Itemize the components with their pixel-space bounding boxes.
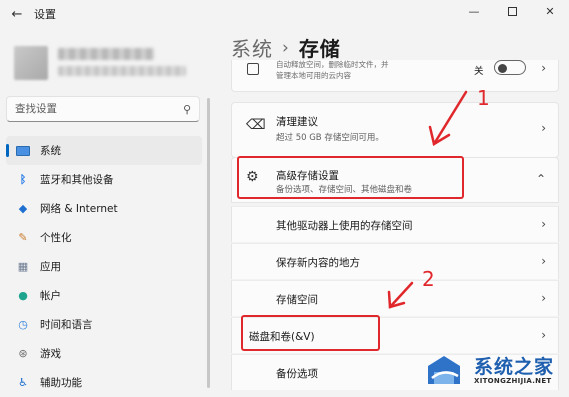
breadcrumb: 系统 › 存储 — [231, 33, 341, 62]
sub-item-label: 备份选项 — [276, 368, 318, 380]
advanced-subtitle: 备份选项、存储空间、其他磁盘和卷 — [276, 185, 413, 195]
sidebar-item-label: 蓝牙和其他设备 — [40, 174, 114, 186]
account-icon: ● — [18, 289, 28, 302]
sidebar-item-label: 辅助功能 — [40, 377, 82, 389]
storage-sense-toggle[interactable] — [494, 60, 526, 75]
sub-item-label: 其他驱动器上使用的存储空间 — [276, 220, 413, 232]
advanced-storage-settings-row[interactable]: ⚙ 高级存储设置 备份选项、存储空间、其他磁盘和卷 ⌃ — [231, 157, 559, 203]
sub-item-label: 存储空间 — [276, 294, 318, 306]
sidebar-item-accounts[interactable]: ● 帐户 — [6, 281, 202, 310]
user-profile[interactable] — [14, 42, 204, 88]
chevron-right-icon: › — [541, 328, 546, 342]
system-icon — [16, 144, 30, 158]
sub-item-label: 磁盘和卷(&V) — [249, 331, 315, 343]
sub-item-label: 保存新内容的地方 — [276, 257, 360, 269]
gear-icon: ⚙ — [246, 169, 259, 185]
breadcrumb-separator-icon: › — [282, 37, 290, 58]
annotation-number-1: 1 — [477, 86, 490, 110]
chevron-right-icon: › — [541, 217, 546, 231]
back-arrow-icon: ← — [11, 6, 23, 22]
sub-item-storage-spaces[interactable]: 存储空间 › — [231, 280, 559, 316]
chevron-right-icon: › — [541, 254, 546, 268]
sidebar-item-label: 系统 — [40, 145, 61, 157]
storage-sense-icon — [247, 63, 259, 75]
sidebar: ⚲ 系统 ᛒ 蓝牙和其他设备 ◆ 网络 & Internet ✎ 个性化 ▦ 应… — [0, 28, 212, 397]
sidebar-item-label: 网络 & Internet — [40, 203, 118, 215]
search-icon[interactable]: ⚲ — [183, 103, 191, 116]
chevron-right-icon: › — [541, 61, 546, 75]
maximize-button[interactable] — [493, 0, 531, 22]
sidebar-item-label: 应用 — [40, 261, 61, 273]
title-bar: ← 设置 — ✕ — [0, 0, 569, 28]
wifi-icon: ◆ — [18, 202, 28, 215]
sidebar-item-time-language[interactable]: ◷ 时间和语言 — [6, 310, 202, 339]
window-title: 设置 — [34, 8, 56, 21]
window-controls: — ✕ — [455, 0, 569, 22]
storage-sense-subtitle: 自动释放空间，删除临时文件，并 管理本地可用的云内容 — [276, 60, 389, 80]
page-title: 存储 — [298, 37, 341, 61]
sidebar-item-label: 游戏 — [40, 348, 61, 360]
chevron-right-icon: › — [541, 121, 546, 135]
sidebar-item-accessibility[interactable]: ♿ 辅助功能 — [6, 368, 202, 397]
annotation-number-2: 2 — [422, 267, 435, 291]
apps-icon: ▦ — [17, 260, 29, 273]
profile-name-blurred — [58, 48, 154, 60]
close-icon: ✕ — [545, 4, 555, 18]
storage-sense-row[interactable]: 自动释放空间，删除临时文件，并 管理本地可用的云内容 关 › — [231, 60, 559, 92]
advanced-title: 高级存储设置 — [276, 170, 339, 182]
maximize-icon — [507, 6, 517, 16]
back-button[interactable]: ← — [4, 3, 30, 25]
accessibility-icon: ♿ — [18, 376, 28, 389]
cleanup-subtitle: 超过 50 GB 存储空间可用。 — [276, 133, 384, 143]
sidebar-nav: 系统 ᛒ 蓝牙和其他设备 ◆ 网络 & Internet ✎ 个性化 ▦ 应用 … — [6, 136, 202, 397]
game-icon: ⊛ — [18, 347, 28, 360]
watermark-logo-icon — [428, 356, 460, 384]
sub-item-save-locations[interactable]: 保存新内容的地方 › — [231, 243, 559, 279]
search-box[interactable]: ⚲ — [6, 96, 200, 122]
sub-item-disks-volumes[interactable]: 磁盘和卷(&V) › — [231, 317, 559, 353]
toggle-state-label: 关 — [474, 66, 484, 77]
chevron-up-icon: ⌃ — [535, 172, 546, 186]
sidebar-item-personalization[interactable]: ✎ 个性化 — [6, 223, 202, 252]
brush-icon: ✎ — [18, 231, 28, 244]
sidebar-item-label: 个性化 — [40, 232, 72, 244]
watermark-title: 系统之家 — [474, 356, 555, 378]
avatar — [14, 46, 48, 80]
search-input[interactable] — [15, 103, 183, 115]
sidebar-item-system[interactable]: 系统 — [6, 136, 202, 165]
cleanup-recommendations-row[interactable]: ⌫ 清理建议 超过 50 GB 存储空间可用。 › — [231, 102, 559, 158]
sub-item-other-drives[interactable]: 其他驱动器上使用的存储空间 › — [231, 206, 559, 242]
sidebar-item-label: 帐户 — [40, 290, 61, 302]
close-button[interactable]: ✕ — [531, 0, 569, 22]
watermark: 系统之家 XITONGZHIJIA.NET — [424, 350, 569, 397]
watermark-url: XITONGZHIJIA.NET — [474, 377, 552, 385]
breadcrumb-parent[interactable]: 系统 — [231, 33, 273, 62]
minimize-button[interactable]: — — [455, 0, 493, 22]
sidebar-item-apps[interactable]: ▦ 应用 — [6, 252, 202, 281]
broom-icon: ⌫ — [246, 117, 266, 133]
clock-icon: ◷ — [18, 318, 28, 331]
chevron-right-icon: › — [541, 291, 546, 305]
minimize-icon: — — [468, 4, 480, 18]
sidebar-item-bluetooth[interactable]: ᛒ 蓝牙和其他设备 — [6, 165, 202, 194]
bluetooth-icon: ᛒ — [19, 173, 27, 186]
main-content: 自动释放空间，删除临时文件，并 管理本地可用的云内容 关 › ⌫ 清理建议 超过… — [231, 60, 559, 397]
sidebar-item-network[interactable]: ◆ 网络 & Internet — [6, 194, 202, 223]
sidebar-item-label: 时间和语言 — [40, 319, 93, 331]
cleanup-title: 清理建议 — [276, 116, 318, 128]
sidebar-scrollbar[interactable] — [207, 98, 210, 388]
profile-email-blurred — [58, 66, 186, 76]
sidebar-item-gaming[interactable]: ⊛ 游戏 — [6, 339, 202, 368]
